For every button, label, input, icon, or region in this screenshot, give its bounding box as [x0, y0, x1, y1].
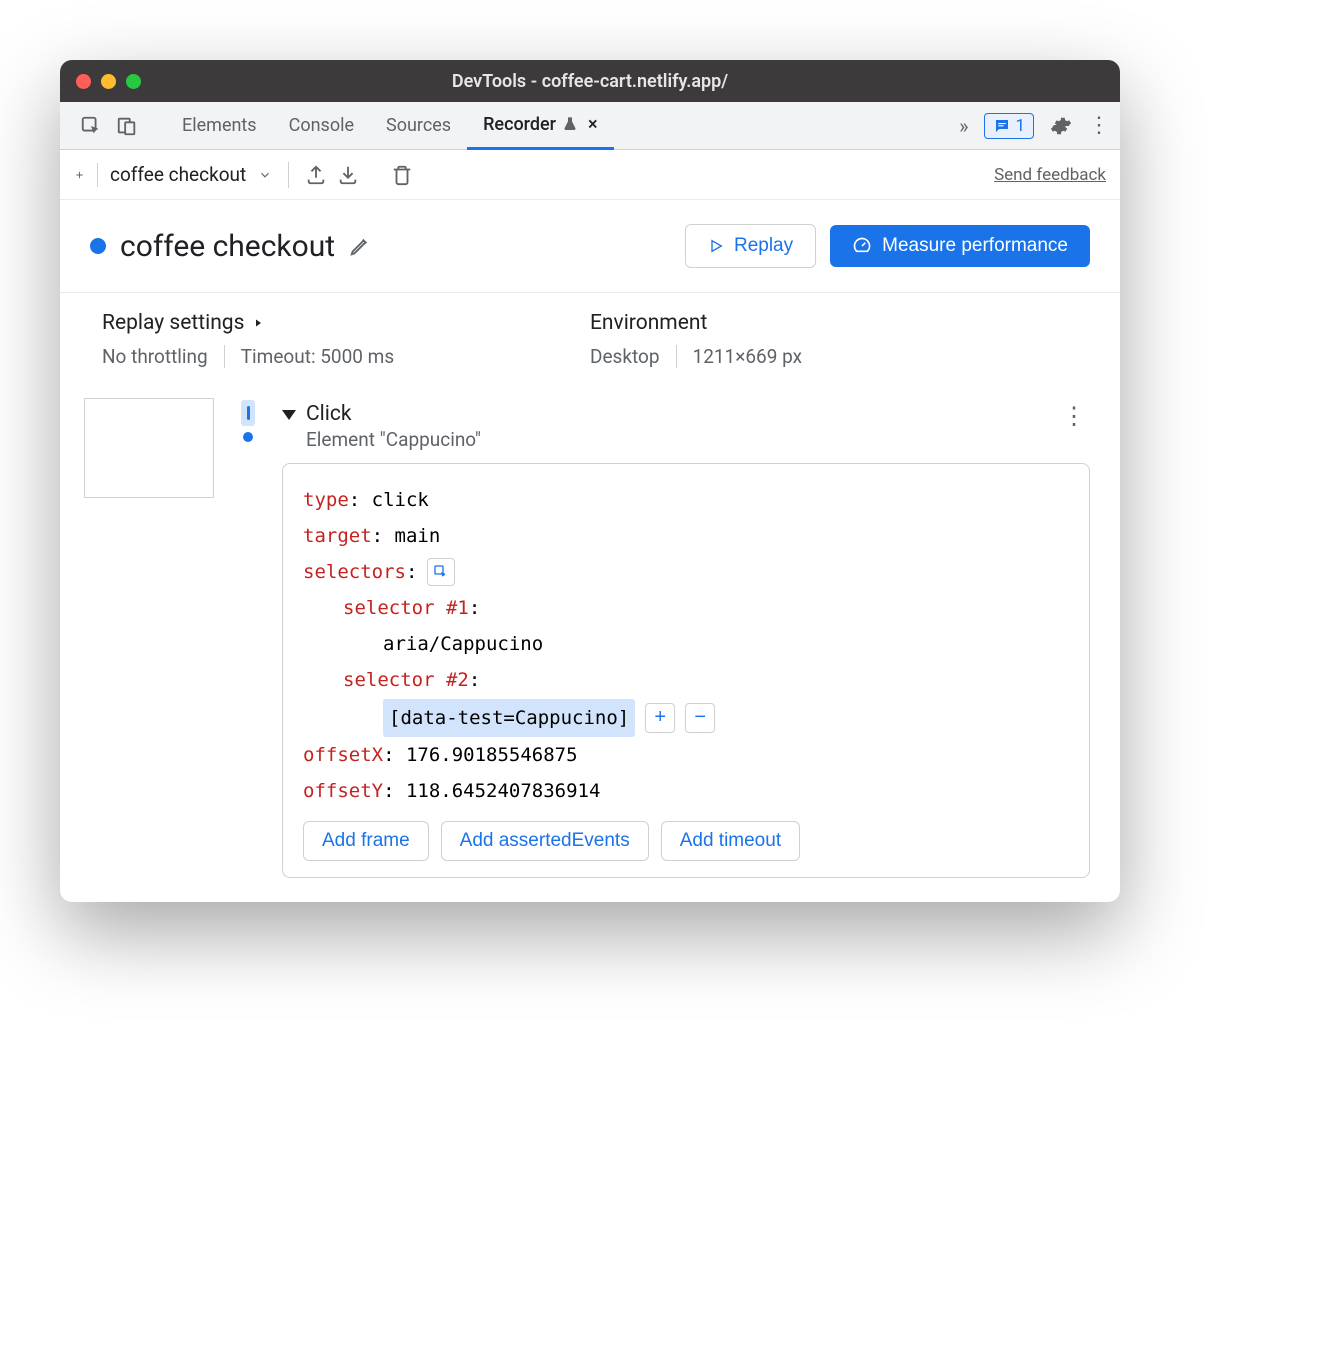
throttling-value: No throttling: [102, 345, 225, 368]
kebab-menu-button[interactable]: ⋮: [1088, 113, 1110, 138]
chevron-down-icon: [258, 168, 272, 182]
flask-icon: [562, 116, 578, 132]
export-icon[interactable]: [305, 164, 327, 186]
gauge-icon: [852, 236, 872, 256]
offsety-value[interactable]: 118.6452407836914: [406, 780, 600, 802]
delete-icon[interactable]: [391, 164, 413, 186]
gear-icon[interactable]: [1050, 115, 1072, 137]
step-subtitle: Element "Cappucino": [306, 428, 481, 451]
status-dot: [90, 238, 106, 254]
close-window-button[interactable]: [76, 74, 91, 89]
new-recording-button[interactable]: [74, 163, 98, 187]
titlebar: DevTools - coffee-cart.netlify.app/: [60, 60, 1120, 102]
recording-dropdown[interactable]: coffee checkout: [110, 163, 272, 186]
tab-recorder[interactable]: Recorder ×: [467, 102, 614, 150]
play-icon: [708, 238, 724, 254]
target-value[interactable]: main: [395, 525, 441, 547]
minimize-window-button[interactable]: [101, 74, 116, 89]
recording-title: coffee checkout: [120, 229, 335, 264]
timeline-marker: [241, 400, 255, 426]
timeline-dot: [243, 432, 253, 442]
step-details: type: click target: main selectors: sele…: [282, 463, 1090, 878]
tab-elements[interactable]: Elements: [166, 102, 273, 150]
step-thumbnail: [84, 398, 214, 498]
replay-settings-section: Replay settings No throttling Timeout: 50…: [102, 311, 590, 368]
type-value[interactable]: click: [372, 489, 429, 511]
chat-icon: [993, 117, 1011, 135]
selector-2-value[interactable]: [data-test=Cappucino]: [383, 699, 635, 737]
devtools-tabbar: Elements Console Sources Recorder × » 1 …: [60, 102, 1120, 150]
window-title: DevTools - coffee-cart.netlify.app/: [452, 71, 728, 92]
import-icon[interactable]: [337, 164, 359, 186]
selector-1-value[interactable]: aria/Cappucino: [383, 633, 543, 655]
offsetx-value[interactable]: 176.90185546875: [406, 744, 578, 766]
timeline: [214, 396, 282, 902]
element-picker-icon[interactable]: [427, 558, 455, 586]
device-toggle-icon[interactable]: [116, 115, 138, 137]
environment-section: Environment Desktop1211×669 px: [590, 311, 1078, 368]
send-feedback-link[interactable]: Send feedback: [994, 165, 1106, 185]
tab-console[interactable]: Console: [273, 102, 370, 150]
add-timeout-button[interactable]: Add timeout: [661, 821, 800, 861]
step-action: Click: [306, 402, 481, 426]
add-asserted-events-button[interactable]: Add assertedEvents: [441, 821, 649, 861]
replay-button[interactable]: Replay: [685, 224, 816, 268]
caret-right-icon: [252, 317, 264, 329]
offsetx-key: offsetX: [303, 744, 383, 766]
step-menu-button[interactable]: ⋮: [1062, 402, 1090, 430]
env-device: Desktop: [590, 345, 677, 368]
recorder-toolbar: coffee checkout Send feedback: [60, 150, 1120, 200]
timeout-value: Timeout: 5000 ms: [241, 345, 410, 368]
replay-settings-toggle[interactable]: Replay settings: [102, 311, 590, 335]
maximize-window-button[interactable]: [126, 74, 141, 89]
env-viewport: 1211×669 px: [693, 345, 819, 368]
selector-2-key: selector #2: [343, 669, 469, 691]
selectors-key: selectors: [303, 561, 406, 583]
add-frame-button[interactable]: Add frame: [303, 821, 429, 861]
close-tab-button[interactable]: ×: [588, 114, 598, 135]
caret-down-icon[interactable]: [282, 410, 296, 420]
pencil-icon[interactable]: [349, 235, 371, 257]
offsety-key: offsetY: [303, 780, 383, 802]
selector-1-key: selector #1: [343, 597, 469, 619]
tab-sources[interactable]: Sources: [370, 102, 467, 150]
measure-performance-button[interactable]: Measure performance: [830, 225, 1090, 267]
recording-header: coffee checkout Replay Measure performan…: [60, 200, 1120, 293]
remove-selector-button[interactable]: −: [685, 703, 715, 733]
inspect-icon[interactable]: [80, 115, 102, 137]
add-selector-button[interactable]: +: [645, 703, 675, 733]
target-key: target: [303, 525, 372, 547]
type-key: type: [303, 489, 349, 511]
issues-badge[interactable]: 1: [984, 113, 1034, 139]
more-tabs-button[interactable]: »: [959, 114, 968, 138]
